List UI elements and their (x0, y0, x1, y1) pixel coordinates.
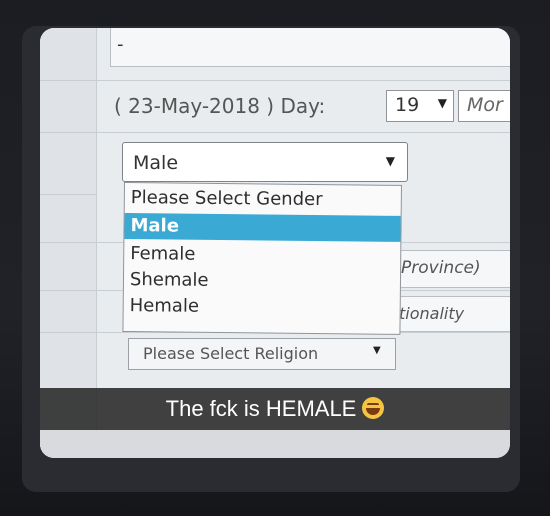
religion-placeholder: Please Select Religion (143, 344, 319, 363)
gender-option-selected[interactable]: Male (124, 213, 401, 242)
gender-option-label: Please Select Gender (130, 187, 323, 211)
province-field[interactable]: Province) (394, 250, 510, 288)
gender-select[interactable]: Male ▼ (122, 142, 408, 182)
screen-bottom-edge (40, 430, 510, 458)
nationality-select[interactable]: tionality ▼ (394, 296, 510, 332)
gender-option[interactable]: Hemale (124, 293, 400, 322)
gender-option-label: Hemale (129, 295, 200, 317)
gender-option-label: Female (130, 243, 196, 265)
gender-option[interactable]: Female (124, 241, 400, 270)
religion-select[interactable]: Please Select Religion ▼ (128, 338, 396, 370)
gender-option-label: Male (130, 215, 180, 237)
chevron-down-icon: ▼ (437, 96, 447, 110)
snap-caption: The fck is HEMALE (40, 396, 510, 422)
row-divider (40, 80, 510, 81)
date-label: ( 23-May-2018 ) Day: (114, 94, 326, 118)
day-value: 19 (395, 94, 420, 116)
month-select[interactable]: Mor (458, 90, 510, 122)
row-divider (40, 194, 96, 195)
caption-text: The fck is HEMALE (165, 396, 357, 421)
gender-option[interactable]: Please Select Gender (125, 185, 401, 214)
gender-value: Male (133, 152, 179, 174)
chevron-down-icon: ▼ (385, 154, 395, 168)
top-text-field[interactable]: - (110, 28, 510, 67)
gender-option-label: Shemale (129, 269, 209, 291)
row-divider (40, 132, 510, 133)
gender-dropdown-list: Please Select Gender Male Female Shemale… (122, 182, 402, 335)
chevron-down-icon: ▼ (373, 345, 381, 356)
day-select[interactable]: 19 ▼ (386, 90, 454, 122)
month-value: Mor (467, 94, 503, 116)
laughing-sweat-emoji-icon (362, 397, 385, 419)
snap-caption-bar: The fck is HEMALE (40, 388, 510, 430)
nationality-label: tionality (399, 304, 465, 323)
province-label: Province) (401, 258, 481, 278)
top-text-value: - (117, 34, 124, 55)
gender-option[interactable]: Shemale (124, 267, 400, 296)
